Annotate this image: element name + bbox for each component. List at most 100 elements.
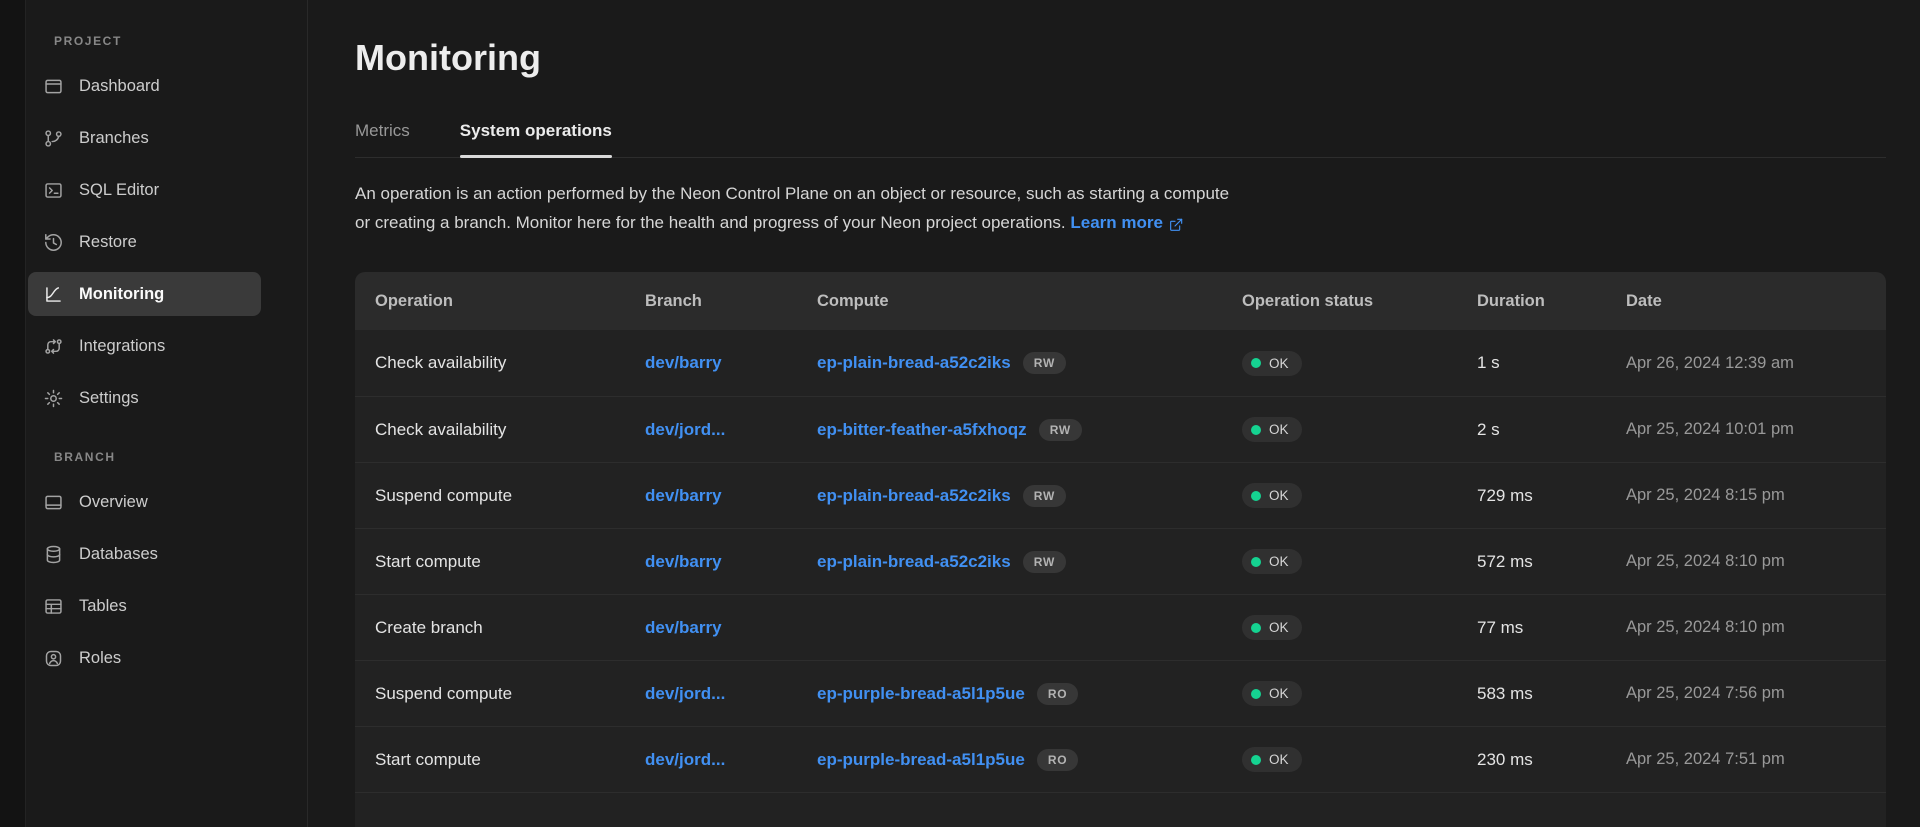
sidebar-item-label: Roles (79, 649, 121, 668)
learn-more-link[interactable]: Learn more (1070, 208, 1184, 237)
sidebar-item-restore[interactable]: Restore (28, 220, 261, 264)
status-badge: OK (1242, 681, 1302, 706)
compute-link[interactable]: ep-plain-bread-a52c2iks (817, 353, 1011, 373)
column-header-operation: Operation (375, 292, 645, 311)
compute-access-badge: RW (1023, 551, 1066, 573)
branch-link[interactable]: dev/barry (645, 353, 722, 372)
sidebar-item-label: Tables (79, 597, 127, 616)
sidebar-section: PROJECT Dashboard Branches SQL Editor Re… (28, 34, 261, 420)
compute-cell: ep-plain-bread-a52c2iks RW (817, 352, 1242, 374)
sidebar-item-dashboard[interactable]: Dashboard (28, 64, 261, 108)
sidebar-item-databases[interactable]: Databases (28, 532, 261, 576)
column-header-compute: Compute (817, 292, 1242, 311)
branch-link[interactable]: dev/jord... (645, 684, 725, 703)
status-ok-dot-icon (1251, 623, 1261, 633)
roles-icon (43, 648, 64, 669)
tab-metrics[interactable]: Metrics (355, 120, 410, 157)
compute-access-badge: RW (1023, 352, 1066, 374)
sidebar-item-settings[interactable]: Settings (28, 376, 261, 420)
status-cell: OK (1242, 549, 1477, 574)
column-header-duration: Duration (1477, 292, 1626, 311)
databases-icon (43, 544, 64, 565)
operation-cell: Create branch (375, 618, 645, 638)
tables-icon (43, 596, 64, 617)
description-line-1: An operation is an action performed by t… (355, 184, 1229, 203)
sidebar-item-overview[interactable]: Overview (28, 480, 261, 524)
compute-link[interactable]: ep-purple-bread-a5l1p5ue (817, 750, 1025, 770)
table-row: Start compute dev/barry ep-plain-bread-a… (355, 528, 1886, 594)
duration-cell: 230 ms (1477, 750, 1626, 770)
status-ok-dot-icon (1251, 755, 1261, 765)
duration-cell: 1 s (1477, 353, 1626, 373)
compute-link[interactable]: ep-purple-bread-a5l1p5ue (817, 684, 1025, 704)
sidebar-item-sql-editor[interactable]: SQL Editor (28, 168, 261, 212)
branch-link[interactable]: dev/jord... (645, 750, 725, 769)
operation-cell: Suspend compute (375, 684, 645, 704)
table-row: Start compute dev/jord... ep-purple-brea… (355, 726, 1886, 792)
operations-table: Operation Branch Compute Operation statu… (355, 272, 1886, 827)
status-badge: OK (1242, 351, 1302, 376)
status-cell: OK (1242, 417, 1477, 442)
left-rail (0, 0, 26, 827)
branch-cell: dev/jord... (645, 750, 817, 770)
operation-cell: Start compute (375, 750, 645, 770)
sidebar-item-roles[interactable]: Roles (28, 636, 261, 680)
operation-cell: Start compute (375, 552, 645, 572)
duration-cell: 729 ms (1477, 486, 1626, 506)
status-badge: OK (1242, 483, 1302, 508)
date-cell: Apr 25, 2024 8:10 pm (1626, 618, 1886, 637)
compute-link[interactable]: ep-plain-bread-a52c2iks (817, 552, 1011, 572)
branch-cell: dev/barry (645, 552, 817, 572)
tab-system-operations[interactable]: System operations (460, 120, 612, 157)
sidebar-item-tables[interactable]: Tables (28, 584, 261, 628)
restore-icon (43, 232, 64, 253)
column-header-operation-status: Operation status (1242, 292, 1477, 311)
status-badge: OK (1242, 747, 1302, 772)
compute-access-badge: RW (1023, 485, 1066, 507)
status-ok-dot-icon (1251, 358, 1261, 368)
branch-cell: dev/jord... (645, 420, 817, 440)
branch-link[interactable]: dev/barry (645, 618, 722, 637)
status-badge: OK (1242, 549, 1302, 574)
overview-icon (43, 492, 64, 513)
sidebar-section-label: BRANCH (28, 450, 261, 464)
integrations-icon (43, 336, 64, 357)
date-cell: Apr 25, 2024 8:15 pm (1626, 486, 1886, 505)
sidebar-item-label: Integrations (79, 337, 165, 356)
date-cell: Apr 25, 2024 7:51 pm (1626, 750, 1886, 769)
sidebar-item-label: SQL Editor (79, 181, 159, 200)
compute-cell: ep-purple-bread-a5l1p5ue RO (817, 749, 1242, 771)
table-row: Suspend compute dev/jord... ep-purple-br… (355, 660, 1886, 726)
duration-cell: 572 ms (1477, 552, 1626, 572)
branch-cell: dev/barry (645, 618, 817, 638)
description-line-2: or creating a branch. Monitor here for t… (355, 213, 1066, 232)
branch-cell: dev/jord... (645, 684, 817, 704)
column-header-date: Date (1626, 292, 1886, 311)
date-cell: Apr 26, 2024 12:39 am (1626, 354, 1886, 373)
sidebar-item-integrations[interactable]: Integrations (28, 324, 261, 368)
compute-access-badge: RO (1037, 749, 1079, 771)
column-header-branch: Branch (645, 292, 817, 311)
sidebar-item-label: Branches (79, 129, 149, 148)
status-cell: OK (1242, 747, 1477, 772)
status-ok-dot-icon (1251, 689, 1261, 699)
compute-link[interactable]: ep-bitter-feather-a5fxhoqz (817, 420, 1027, 440)
branch-link[interactable]: dev/jord... (645, 420, 725, 439)
sidebar-section-label: PROJECT (28, 34, 261, 48)
compute-cell: ep-bitter-feather-a5fxhoqz RW (817, 419, 1242, 441)
table-row: Create branch dev/barry OK 77 ms Apr 25,… (355, 594, 1886, 660)
dashboard-icon (43, 76, 64, 97)
page-title: Monitoring (355, 36, 1886, 80)
sidebar-item-branches[interactable]: Branches (28, 116, 261, 160)
branch-link[interactable]: dev/barry (645, 552, 722, 571)
branches-icon (43, 128, 64, 149)
sidebar-item-monitoring[interactable]: Monitoring (28, 272, 261, 316)
branch-link[interactable]: dev/barry (645, 486, 722, 505)
sidebar-item-label: Dashboard (79, 77, 160, 96)
table-row: Suspend compute dev/barry ep-plain-bread… (355, 462, 1886, 528)
status-ok-dot-icon (1251, 557, 1261, 567)
settings-icon (43, 388, 64, 409)
compute-link[interactable]: ep-plain-bread-a52c2iks (817, 486, 1011, 506)
table-row: Check availability dev/barry ep-plain-br… (355, 330, 1886, 396)
status-cell: OK (1242, 351, 1477, 376)
